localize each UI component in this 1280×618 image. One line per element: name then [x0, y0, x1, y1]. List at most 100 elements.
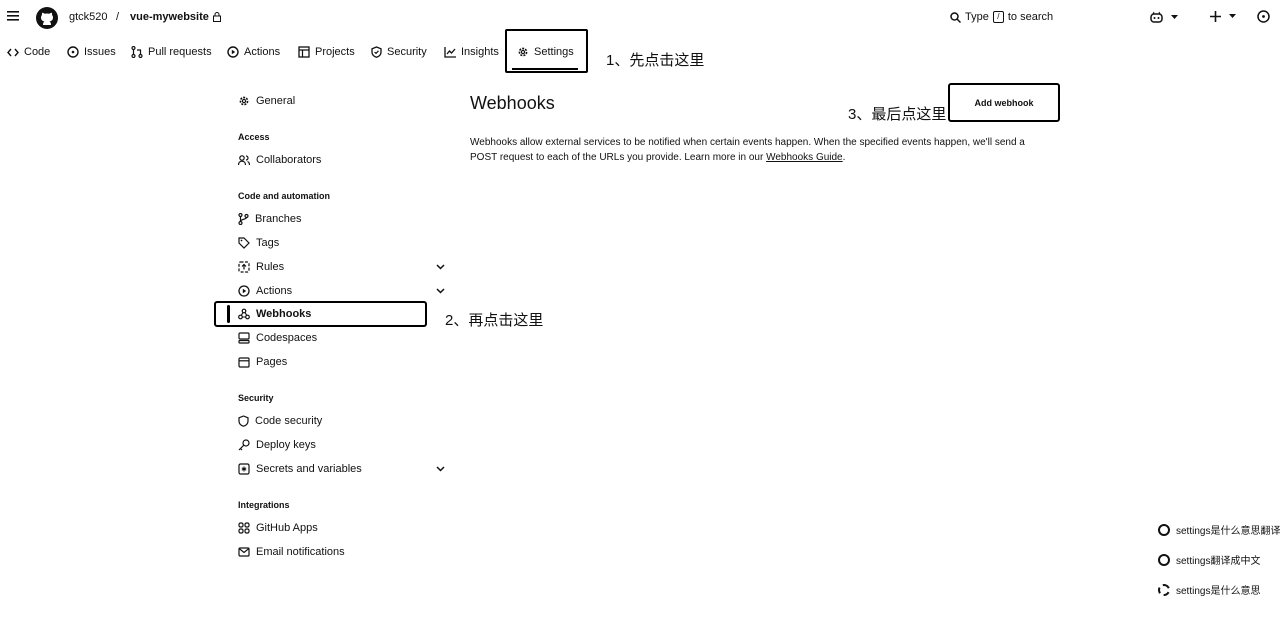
suggestion-item[interactable]: settings是什么意思翻译	[1158, 522, 1280, 537]
tab-actions[interactable]: Actions	[227, 46, 280, 58]
sidebar-item-github-apps[interactable]: GitHub Apps	[238, 522, 318, 534]
sidebar-item-branches[interactable]: Branches	[238, 213, 301, 225]
shield-lock-icon	[238, 415, 249, 427]
play-icon	[238, 285, 250, 297]
copilot-icon	[1150, 11, 1163, 23]
chevron-down-icon[interactable]	[436, 466, 445, 472]
sidebar-item-label: Secrets and variables	[256, 463, 362, 475]
issue-icon	[67, 46, 79, 58]
repo-push-icon	[238, 261, 250, 273]
suggestion-item[interactable]: settings翻译成中文	[1158, 552, 1260, 567]
issues-status-icon[interactable]	[1257, 10, 1270, 23]
settings-highlight-box	[505, 29, 588, 73]
sidebar-item-rules[interactable]: Rules	[238, 261, 284, 273]
sidebar-item-secrets[interactable]: Secrets and variables	[238, 463, 362, 475]
search-bar[interactable]: Type / to search	[950, 11, 1053, 23]
plus-icon	[1210, 11, 1221, 22]
sidebar-heading-integrations: Integrations	[238, 500, 290, 510]
sidebar-item-label: Pages	[256, 356, 288, 368]
repo-name-link[interactable]: vue-mywebsite	[130, 11, 209, 23]
lock-icon	[212, 12, 221, 22]
sidebar-item-general[interactable]: General	[238, 95, 295, 107]
sidebar-item-label: Rules	[256, 261, 285, 273]
sidebar-item-label: Branches	[255, 213, 302, 225]
key-icon	[238, 439, 250, 451]
sidebar-item-code-security[interactable]: Code security	[238, 415, 322, 427]
sidebar-item-label: Actions	[256, 285, 293, 297]
sidebar-item-actions[interactable]: Actions	[238, 285, 292, 297]
radio-circle-icon	[1158, 523, 1170, 536]
code-icon	[7, 48, 19, 56]
sidebar-heading-access: Access	[238, 132, 270, 142]
chevron-down-icon[interactable]	[436, 288, 445, 294]
sidebar-item-tags[interactable]: Tags	[238, 237, 279, 249]
graph-icon	[444, 46, 456, 58]
tag-icon	[238, 237, 250, 249]
sidebar-item-label: Deploy keys	[256, 439, 316, 451]
tab-pull-requests[interactable]: Pull requests	[131, 46, 212, 58]
annotation-step-1: 1、先点击这里	[606, 52, 705, 69]
search-prefix: Type	[965, 11, 989, 23]
browser-icon	[238, 356, 250, 368]
repo-name[interactable]: vue-mywebsite	[130, 11, 221, 23]
shield-icon	[371, 46, 382, 58]
active-tab-underline	[512, 68, 578, 70]
tab-label: Insights	[461, 46, 499, 58]
sidebar-item-label: Codespaces	[256, 332, 318, 344]
chevron-down-icon	[1171, 14, 1178, 19]
suggestion-text: settings翻译成中文	[1176, 556, 1261, 567]
search-icon	[950, 11, 961, 23]
sidebar-item-collaborators[interactable]: Collaborators	[238, 154, 321, 166]
sidebar-item-label: Webhooks	[256, 308, 312, 320]
tab-label: Projects	[315, 46, 355, 58]
page-title: Webhooks	[470, 93, 555, 113]
radio-circle-icon	[1158, 553, 1170, 566]
mail-icon	[238, 547, 250, 557]
sidebar-item-webhooks[interactable]: Webhooks	[238, 308, 311, 320]
chevron-down-icon[interactable]	[436, 264, 445, 270]
tab-label: Security	[387, 46, 427, 58]
tab-security[interactable]: Security	[371, 46, 427, 58]
gear-icon	[239, 96, 249, 106]
sidebar-item-label: General	[256, 95, 296, 107]
tab-label: Issues	[84, 46, 116, 58]
tab-label: Actions	[244, 46, 281, 58]
webhook-icon	[238, 308, 250, 320]
description-end: .	[842, 152, 846, 163]
people-icon	[238, 154, 250, 165]
sidebar-item-pages[interactable]: Pages	[238, 356, 287, 368]
repo-owner-link[interactable]: gtck520	[69, 11, 108, 23]
webhooks-guide-link[interactable]: Webhooks Guide	[766, 152, 843, 163]
breadcrumb-separator: /	[116, 11, 120, 23]
apps-icon	[238, 522, 250, 534]
active-item-indicator	[227, 305, 230, 323]
sidebar-item-label: Tags	[256, 237, 280, 249]
sidebar-heading-code-automation: Code and automation	[238, 191, 330, 201]
tab-insights[interactable]: Insights	[444, 46, 499, 58]
github-logo-icon[interactable]	[35, 6, 59, 30]
create-new-menu[interactable]	[1210, 11, 1236, 22]
sidebar-heading-security: Security	[238, 393, 274, 403]
tab-projects[interactable]: Projects	[298, 46, 355, 58]
webhooks-description: Webhooks allow external services to be n…	[470, 135, 1050, 165]
sidebar-item-deploy-keys[interactable]: Deploy keys	[238, 439, 316, 451]
sidebar-item-codespaces[interactable]: Codespaces	[238, 332, 317, 344]
asterisk-box-icon	[238, 463, 250, 475]
sidebar-item-email-notifications[interactable]: Email notifications	[238, 546, 345, 558]
search-shortcut-key: /	[992, 11, 1004, 23]
sidebar-item-label: Code security	[255, 415, 323, 427]
pull-request-icon	[131, 46, 143, 58]
copilot-menu[interactable]	[1150, 11, 1178, 23]
dashed-circle-icon	[1158, 583, 1170, 596]
branch-icon	[238, 213, 249, 225]
tab-label: Code	[24, 46, 51, 58]
play-icon	[227, 46, 239, 58]
annotation-step-2: 2、再点击这里	[445, 312, 544, 329]
suggestion-item[interactable]: settings是什么意思	[1158, 582, 1260, 597]
tab-issues[interactable]: Issues	[67, 46, 116, 58]
menu-icon[interactable]	[7, 11, 19, 21]
sidebar-item-label: GitHub Apps	[256, 522, 318, 534]
tab-code[interactable]: Code	[7, 46, 50, 58]
add-webhook-button[interactable]: Add webhook	[948, 83, 1060, 122]
tab-label: Pull requests	[148, 46, 212, 58]
